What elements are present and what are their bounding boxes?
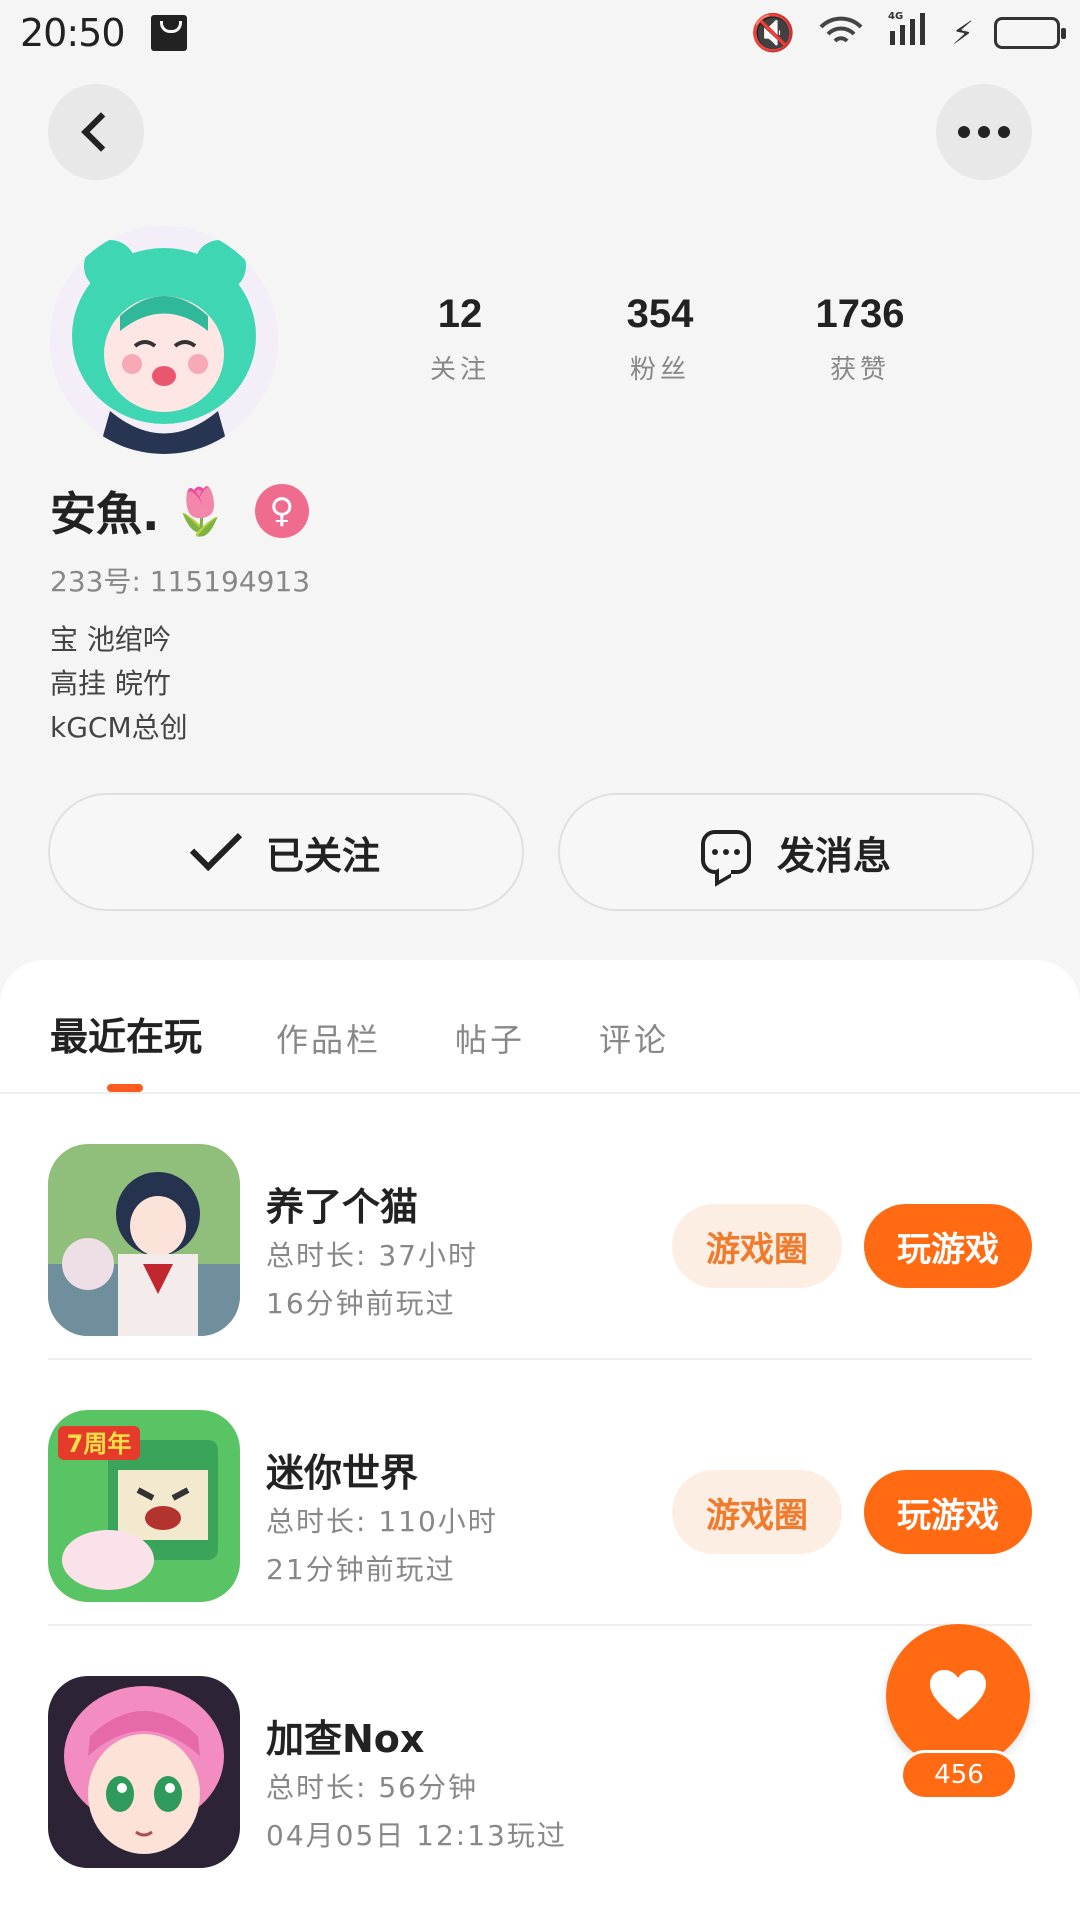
game-row[interactable]: 7周年 迷你世界 总时长: 110小时 21分钟前玩过 游戏圈 玩游戏	[48, 1360, 1032, 1626]
bio: 宝 池绾吟 高挂 皖竹 kGCM总创	[50, 618, 188, 750]
wifi-icon	[816, 9, 866, 58]
game-title: 加查Nox	[266, 1717, 425, 1761]
stat-followers[interactable]: 354 粉丝	[560, 292, 760, 386]
stat-value: 12	[437, 292, 483, 336]
game-row[interactable]: 加查Nox 总时长: 56分钟 04月05日 12:13玩过	[48, 1626, 1032, 1892]
play-game-button[interactable]: 玩游戏	[864, 1470, 1032, 1554]
like-count: 456	[900, 1750, 1018, 1800]
send-message-button[interactable]: 发消息	[558, 793, 1034, 911]
stat-label: 粉丝	[629, 355, 690, 385]
avatar[interactable]	[50, 226, 278, 454]
shopping-bag-icon	[150, 15, 187, 51]
more-dots-icon	[958, 126, 1010, 138]
game-duration: 总时长: 110小时	[266, 1505, 498, 1538]
bio-line: 高挂 皖竹	[50, 667, 171, 700]
status-bar: 20:50 🔇 4G ⚡	[0, 0, 1080, 66]
anniversary-badge: 7周年	[67, 1430, 132, 1458]
game-row[interactable]: 养了个猫 总时长: 37小时 16分钟前玩过 游戏圈 玩游戏	[48, 1094, 1032, 1360]
stat-value: 354	[626, 292, 694, 336]
stat-likes[interactable]: 1736 获赞	[760, 292, 960, 386]
like-fab-button[interactable]	[886, 1624, 1030, 1768]
following-button[interactable]: 已关注	[48, 793, 524, 911]
game-last-played: 16分钟前玩过	[266, 1287, 456, 1320]
game-duration: 总时长: 37小时	[266, 1239, 478, 1272]
more-options-button[interactable]	[936, 84, 1032, 180]
female-gender-icon: ♀	[254, 484, 309, 538]
game-duration: 总时长: 56分钟	[266, 1771, 478, 1804]
user-name: 安魚.	[50, 487, 160, 541]
game-icon[interactable]: 7周年	[48, 1410, 240, 1602]
game-circle-button[interactable]: 游戏圈	[672, 1470, 842, 1554]
send-message-label: 发消息	[776, 833, 891, 878]
game-icon[interactable]	[48, 1144, 240, 1336]
stat-value: 1736	[815, 292, 905, 336]
signal-4g-icon: 4G	[886, 9, 932, 57]
game-icon[interactable]	[48, 1676, 240, 1868]
bio-line: kGCM总创	[50, 711, 188, 744]
game-circle-button[interactable]: 游戏圈	[672, 1204, 842, 1288]
tab-works[interactable]: 作品栏	[276, 1015, 381, 1061]
game-title: 迷你世界	[266, 1451, 419, 1495]
stat-following[interactable]: 12 关注	[360, 292, 560, 386]
game-title: 养了个猫	[266, 1185, 419, 1229]
heart-icon	[930, 1670, 986, 1720]
game-last-played: 04月05日 12:13玩过	[266, 1819, 567, 1852]
active-tab-indicator	[107, 1084, 143, 1092]
profile-stats: 12 关注 354 粉丝 1736 获赞	[360, 292, 960, 386]
status-time: 20:50	[20, 11, 126, 55]
tab-recently-played[interactable]: 最近在玩	[50, 1006, 202, 1061]
chevron-left-icon	[81, 112, 121, 152]
tab-bar: 最近在玩 作品栏 帖子 评论	[50, 1006, 669, 1061]
name-row: 安魚. 🌷 ♀	[50, 478, 309, 544]
tulip-emoji: 🌷	[171, 483, 229, 538]
network-label: 4G	[888, 11, 903, 22]
back-button[interactable]	[48, 84, 144, 180]
tab-comments[interactable]: 评论	[599, 1015, 669, 1061]
stat-label: 获赞	[829, 355, 890, 385]
user-id: 233号: 115194913	[50, 565, 311, 598]
bio-line: 宝 池绾吟	[50, 623, 171, 656]
game-last-played: 21分钟前玩过	[266, 1553, 456, 1586]
play-game-button[interactable]: 玩游戏	[864, 1204, 1032, 1288]
chat-bubble-icon	[700, 830, 751, 874]
battery-icon	[994, 17, 1066, 49]
charging-icon: ⚡	[951, 14, 974, 52]
stat-label: 关注	[429, 355, 490, 385]
following-label: 已关注	[265, 833, 380, 878]
mute-icon: 🔇	[750, 13, 796, 54]
check-icon	[189, 818, 243, 872]
tab-posts[interactable]: 帖子	[455, 1015, 525, 1061]
